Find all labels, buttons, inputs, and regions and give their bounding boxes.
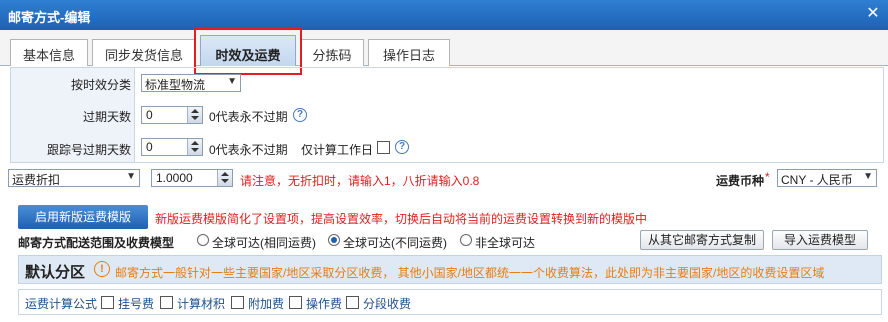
fee-option-label: 挂号费 (118, 297, 155, 311)
workday-checkbox[interactable] (377, 141, 390, 154)
new-template-notice: 新版运费模版简化了设置项，提高设置效率，切换后自动将当前的运费设置转换到新的模版… (155, 212, 648, 226)
scope-option-label: 全球可达(不同运费) (343, 236, 447, 250)
currency-select[interactable]: CNY - 人民币 ▼ (777, 169, 877, 187)
fee-option-label: 计算材积 (177, 297, 226, 311)
discount-type-select[interactable]: 运费折扣 ▼ (8, 169, 140, 187)
timeliness-form: 按时效分类 标准型物流 ▼ 过期天数 0 0代表永不过期 ? 跟踪号过期天数 0… (10, 67, 884, 163)
chevron-down-icon: ▼ (227, 76, 237, 87)
stepper-arrows-icon[interactable] (217, 170, 232, 186)
fee-option-label: 附加费 (248, 297, 285, 311)
expire-days-stepper[interactable]: 0 (141, 106, 203, 124)
timeliness-label: 按时效分类 (70, 78, 131, 92)
stepper-arrows-icon[interactable] (187, 139, 202, 155)
registration-fee-checkbox[interactable] (101, 296, 114, 309)
fee-option-label: 分段收费 (363, 297, 412, 311)
close-icon[interactable]: ✕ (864, 5, 882, 23)
workday-label: 仅计算工作日 (301, 143, 374, 157)
currency-value: CNY - 人民币 (781, 173, 853, 187)
discount-stepper[interactable]: 1.0000 (151, 169, 233, 187)
default-region-header: 默认分区 ! 邮寄方式一般针对一些主要国家/地区采取分区收费， 其他小国家/地区… (18, 255, 882, 284)
tab-bar: 基本信息 同步发货信息 时效及运费 分拣码 操作日志 (0, 30, 888, 66)
region-note: 邮寄方式一般针对一些主要国家/地区采取分区收费， 其他小国家/地区都统一一个收费… (115, 266, 825, 280)
tab-operation-log[interactable]: 操作日志 (368, 39, 450, 66)
scope-option-label: 非全球可达 (475, 236, 536, 250)
tab-basic-info[interactable]: 基本信息 (10, 39, 88, 66)
copy-from-other-button[interactable]: 从其它邮寄方式复制 (640, 230, 764, 250)
expire-days-hint: 0代表永不过期 (209, 110, 288, 124)
volume-checkbox[interactable] (160, 296, 173, 309)
region-title: 默认分区 (25, 264, 86, 281)
scope-radio-not-global[interactable] (460, 234, 472, 246)
currency-label: 运费币种 (716, 174, 765, 188)
window-title: 邮寄方式-编辑 (8, 10, 91, 25)
enable-new-template-button[interactable]: 启用新版运费模版 (18, 205, 148, 229)
discount-type-value: 运费折扣 (12, 173, 61, 187)
expire-days-label: 过期天数 (82, 110, 131, 124)
required-marker: * (765, 170, 770, 184)
timeliness-select-value: 标准型物流 (145, 78, 206, 92)
handling-fee-checkbox[interactable] (289, 296, 302, 309)
scope-option-label: 全球可达(相同运费) (212, 236, 316, 250)
surcharge-checkbox[interactable] (231, 296, 244, 309)
discount-value: 1.0000 (156, 171, 193, 185)
help-icon[interactable]: ? (293, 108, 307, 122)
scope-label: 邮寄方式配送范围及收费模型 (18, 236, 175, 250)
timeliness-select[interactable]: 标准型物流 ▼ (141, 74, 241, 92)
tracking-expire-stepper[interactable]: 0 (141, 138, 203, 156)
fee-formula-bar: 运费计算公式 挂号费 计算材积 附加费 操作费 分段收费 (18, 289, 882, 315)
info-icon: ! (94, 261, 110, 277)
chevron-down-icon: ▼ (863, 171, 873, 182)
fee-formula-label: 运费计算公式 (25, 297, 98, 311)
tab-sync-shipping[interactable]: 同步发货信息 (92, 39, 196, 66)
tiered-fee-checkbox[interactable] (346, 296, 359, 309)
import-freight-model-button[interactable]: 导入运费模型 (772, 230, 868, 250)
tracking-expire-label: 跟踪号过期天数 (46, 143, 131, 157)
fee-option-label: 操作费 (306, 297, 343, 311)
chevron-down-icon: ▼ (126, 171, 136, 182)
help-icon[interactable]: ? (395, 140, 409, 154)
stepper-arrows-icon[interactable] (187, 107, 202, 123)
discount-note: 请注意，无折扣时，请输入1，八折请输入0.8 (240, 174, 480, 188)
expire-days-value: 0 (146, 108, 153, 122)
tracking-expire-value: 0 (146, 140, 153, 154)
scope-radio-diff-fee[interactable] (328, 234, 340, 246)
tracking-expire-hint: 0代表永不过期 (209, 143, 288, 157)
scope-radio-same-fee[interactable] (197, 234, 209, 246)
window-titlebar: 邮寄方式-编辑 ✕ (0, 0, 888, 30)
tab-sorting-code[interactable]: 分拣码 (300, 39, 364, 66)
